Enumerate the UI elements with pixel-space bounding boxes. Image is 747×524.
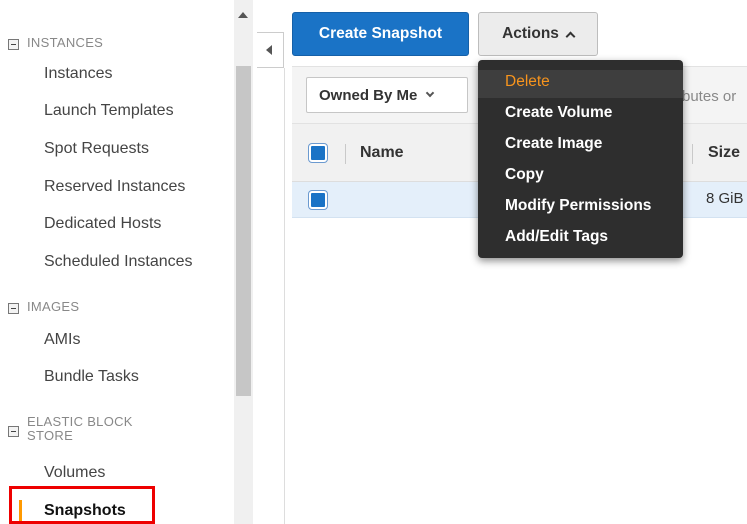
menu-item-delete[interactable]: Delete	[505, 72, 550, 92]
sidebar-item-volumes[interactable]: Volumes	[44, 463, 105, 483]
column-header-name[interactable]: Name	[360, 144, 404, 162]
owned-by-dropdown[interactable]: Owned By Me	[306, 77, 468, 113]
menu-item-create-image[interactable]: Create Image	[505, 134, 602, 154]
sidebar-item-launch-templates[interactable]: Launch Templates	[44, 101, 174, 121]
sidebar-item-instances[interactable]: Instances	[44, 64, 112, 84]
create-snapshot-label: Create Snapshot	[318, 25, 443, 42]
select-all-checkbox[interactable]	[309, 144, 327, 162]
chevron-down-icon	[426, 88, 435, 98]
chevron-up-icon	[565, 31, 576, 41]
section-title-line1: ELASTIC BLOCK	[27, 414, 133, 429]
menu-item-copy[interactable]: Copy	[505, 165, 544, 185]
section-elastic-block-store[interactable]: ELASTIC BLOCK STORE	[8, 415, 133, 443]
scroll-up-arrow-icon[interactable]	[238, 12, 248, 18]
section-instances[interactable]: INSTANCES	[8, 36, 103, 50]
scroll-thumb[interactable]	[236, 66, 251, 396]
collapse-minus-icon[interactable]	[8, 426, 19, 437]
search-input[interactable]: butes or	[682, 88, 736, 105]
section-title: ELASTIC BLOCK STORE	[27, 415, 133, 443]
sidebar-item-reserved-instances[interactable]: Reserved Instances	[44, 177, 185, 197]
collapse-minus-icon[interactable]	[8, 303, 19, 314]
menu-item-modify-permissions[interactable]: Modify Permissions	[505, 196, 651, 216]
create-snapshot-button[interactable]: Create Snapshot	[292, 12, 469, 56]
column-separator	[345, 144, 346, 164]
actions-label: Actions	[502, 25, 559, 42]
column-header-size[interactable]: Size	[708, 144, 740, 162]
sidebar-item-spot-requests[interactable]: Spot Requests	[44, 139, 149, 159]
sidebar-item-dedicated-hosts[interactable]: Dedicated Hosts	[44, 214, 161, 234]
owned-by-label: Owned By Me	[319, 86, 418, 104]
actions-menu: Delete Create Volume Create Image Copy M…	[478, 60, 683, 258]
section-title-line2: STORE	[27, 428, 74, 443]
divider	[284, 68, 285, 524]
actions-button[interactable]: Actions	[478, 12, 598, 56]
annotation-highlight-box	[9, 486, 155, 524]
section-title: INSTANCES	[27, 35, 104, 50]
section-images[interactable]: IMAGES	[8, 300, 79, 314]
sidebar: INSTANCES Instances Launch Templates Spo…	[0, 0, 256, 524]
column-separator	[692, 144, 693, 164]
section-title: IMAGES	[27, 299, 80, 314]
collapse-minus-icon[interactable]	[8, 39, 19, 50]
row-checkbox[interactable]	[309, 191, 327, 209]
cell-size: 8 GiB	[706, 190, 744, 207]
chevron-left-icon	[266, 45, 272, 55]
sidebar-item-bundle-tasks[interactable]: Bundle Tasks	[44, 367, 139, 387]
sidebar-scrollbar[interactable]	[234, 0, 253, 524]
sidebar-item-amis[interactable]: AMIs	[44, 330, 80, 350]
sidebar-item-scheduled-instances[interactable]: Scheduled Instances	[44, 252, 193, 272]
collapse-sidebar-button[interactable]	[257, 32, 284, 68]
menu-item-add-edit-tags[interactable]: Add/Edit Tags	[505, 227, 608, 247]
menu-item-create-volume[interactable]: Create Volume	[505, 103, 612, 123]
